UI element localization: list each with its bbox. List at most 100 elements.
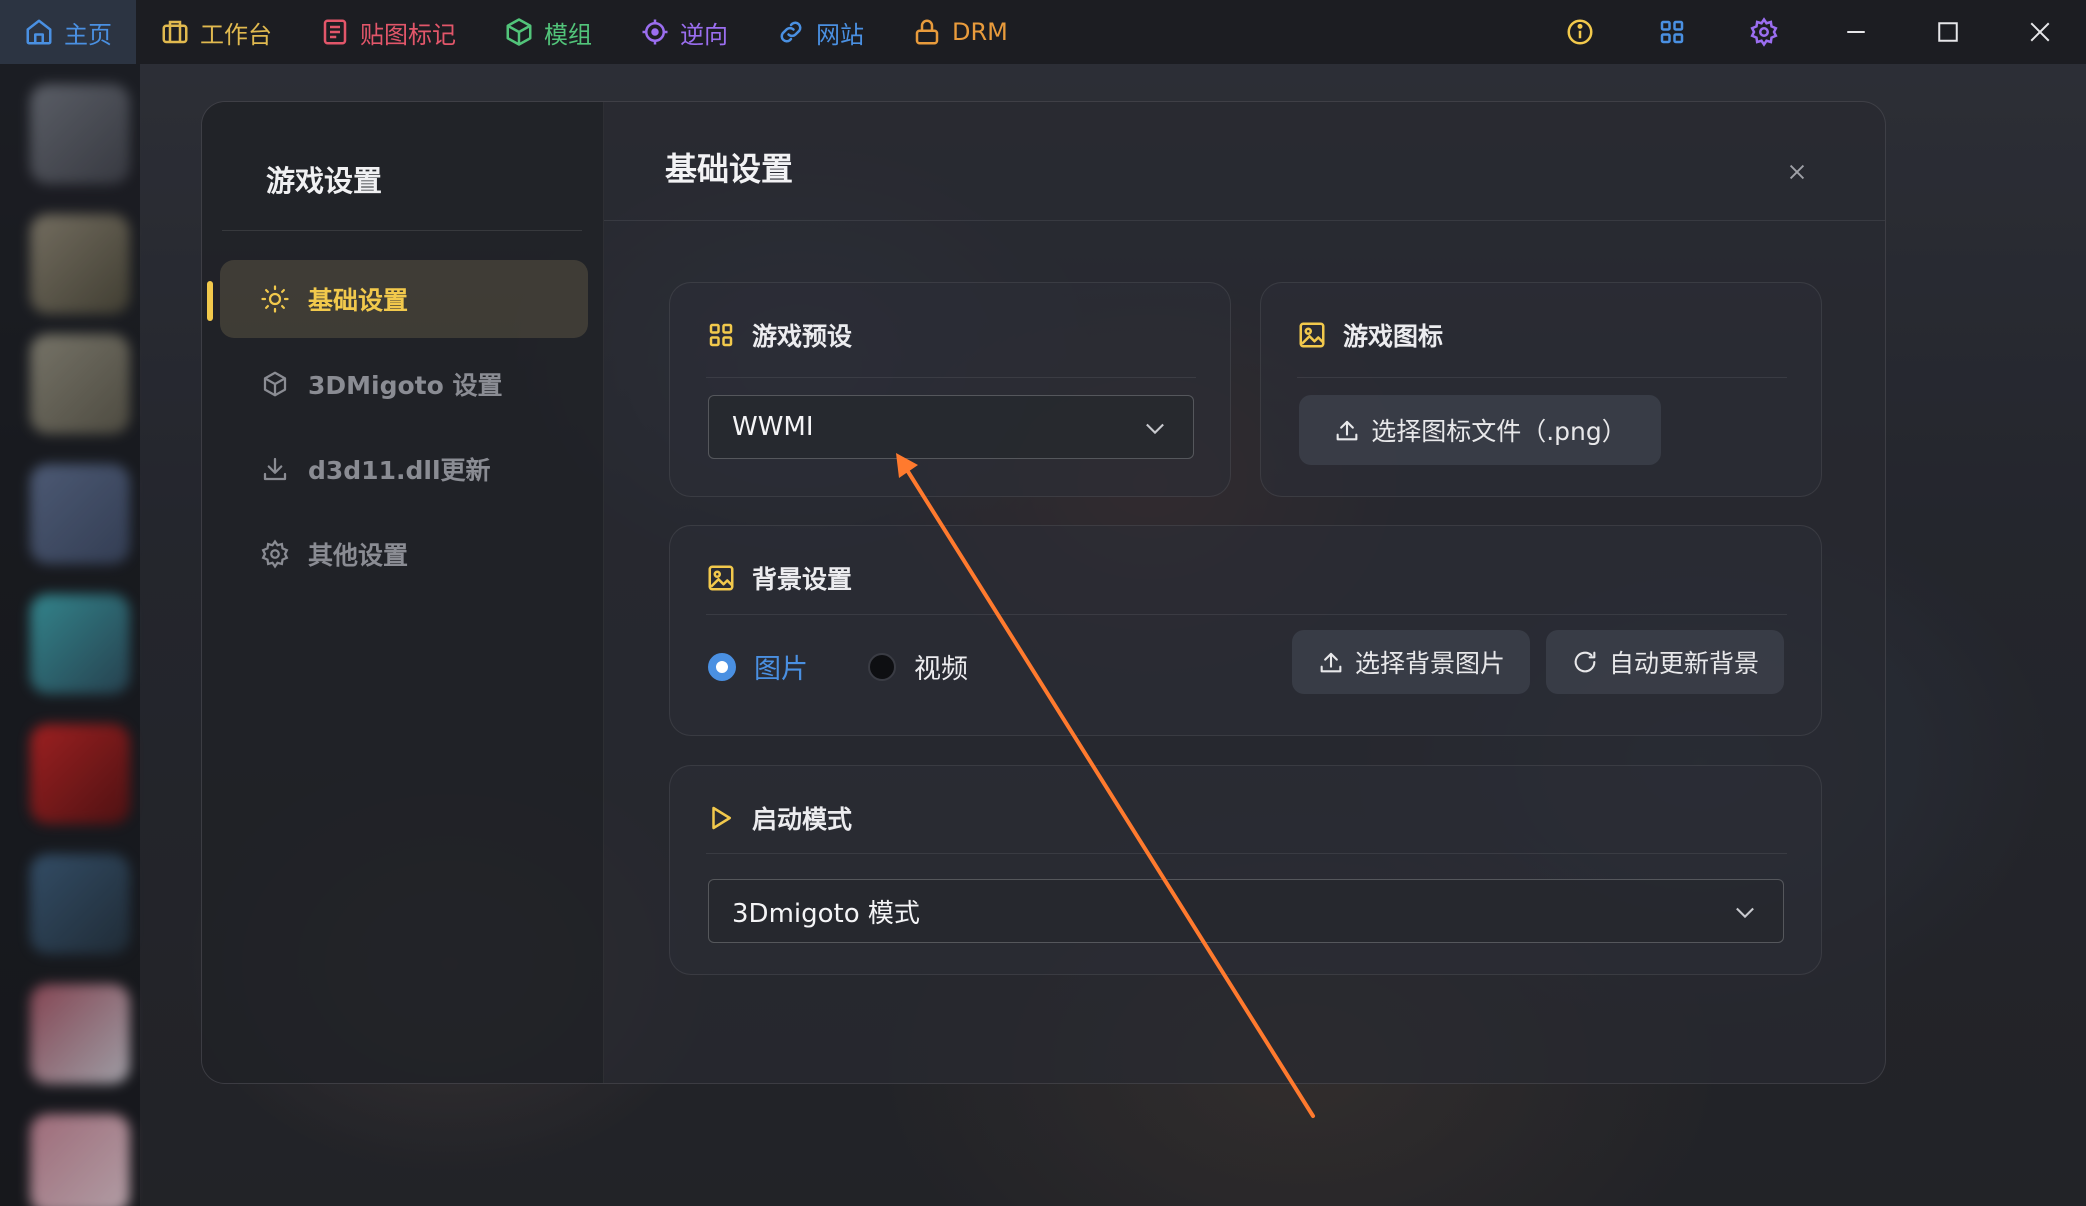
nav-item-home[interactable]: 主页: [0, 0, 136, 64]
sidebar-title: 游戏设置: [266, 164, 383, 198]
home-icon: [26, 19, 52, 45]
nav-item-website[interactable]: 网站: [752, 0, 888, 64]
chevron-down-icon: [1146, 423, 1164, 435]
divider: [604, 220, 1885, 221]
radio-selected-indicator: [708, 652, 736, 681]
game-preset-select[interactable]: WWMI: [708, 395, 1194, 459]
game-thumbnail[interactable]: [30, 594, 130, 694]
refresh-icon: [1574, 651, 1596, 673]
nav-item-workbench[interactable]: 工作台: [136, 0, 296, 64]
nav-label: 逆向: [680, 20, 728, 49]
sidebar-item-label: d3d11.dll更新: [308, 456, 491, 485]
minimize-button[interactable]: [1810, 0, 1902, 64]
card-header: 启动模式: [706, 800, 852, 836]
document-list-icon: [323, 19, 347, 45]
select-icon-file-button[interactable]: 选择图标文件（.png）: [1299, 395, 1661, 465]
page-title: 基础设置: [665, 150, 794, 188]
card-title: 背景设置: [752, 565, 853, 594]
divider: [706, 614, 1787, 615]
nav-item-mods[interactable]: 模组: [480, 0, 616, 64]
select-background-image-button[interactable]: 选择背景图片: [1292, 630, 1530, 694]
settings-button[interactable]: [1718, 0, 1810, 64]
card-title: 游戏预设: [752, 322, 853, 351]
image-icon: [708, 565, 734, 591]
game-list-strip: [0, 64, 140, 1206]
nav-label: 模组: [544, 20, 592, 49]
divider: [706, 377, 1196, 378]
nav-item-reverse[interactable]: 逆向: [616, 0, 752, 64]
cube-icon: [506, 18, 532, 46]
play-icon: [712, 806, 731, 830]
minimize-icon: [1847, 31, 1865, 33]
nav-item-drm[interactable]: DRM: [888, 0, 1032, 64]
upload-icon: [1320, 652, 1342, 673]
sidebar-item-d3d11-update[interactable]: d3d11.dll更新: [220, 430, 588, 508]
nav-label: 贴图标记: [360, 20, 456, 49]
gear-icon: [261, 539, 289, 569]
info-button[interactable]: [1534, 0, 1626, 64]
launch-mode-card: 启动模式 3Dmigoto 模式: [669, 765, 1822, 975]
briefcase-icon: [162, 20, 188, 44]
radio-label: 视频: [914, 654, 968, 685]
window-close-button[interactable]: [1994, 0, 2086, 64]
auto-update-background-button[interactable]: 自动更新背景: [1546, 630, 1784, 694]
game-preset-card: 游戏预设 WWMI: [669, 282, 1231, 497]
download-icon: [263, 457, 287, 481]
sidebar-item-basic-settings[interactable]: 基础设置: [220, 260, 588, 338]
info-icon: [1567, 19, 1593, 45]
divider: [706, 853, 1787, 854]
crosshair-icon: [642, 19, 668, 45]
close-icon: [1789, 164, 1805, 180]
settings-icon: [1750, 17, 1778, 47]
button-label: 选择背景图片: [1354, 649, 1505, 678]
sidebar-item-3dmigoto-settings[interactable]: 3DMigoto 设置: [220, 345, 588, 423]
maximize-button[interactable]: [1902, 0, 1994, 64]
nav-item-texture-marks[interactable]: 贴图标记: [296, 0, 480, 64]
card-header: 游戏预设: [706, 317, 852, 353]
nav-label: 网站: [816, 20, 864, 49]
nav-label: DRM: [952, 18, 1008, 46]
grid-button[interactable]: [1626, 0, 1718, 64]
dialog-close-button[interactable]: [1772, 147, 1822, 197]
box-icon: [263, 371, 287, 397]
game-settings-dialog: 游戏设置 基础设置 3DMigoto 设置 d3d11.dll更新 其他设置 基…: [201, 101, 1886, 1084]
game-thumbnail[interactable]: [30, 214, 130, 314]
radio-indicator: [868, 652, 896, 681]
game-thumbnail[interactable]: [30, 334, 130, 434]
select-value: WWMI: [732, 412, 814, 442]
chevron-down-icon: [1736, 907, 1754, 919]
game-thumbnail[interactable]: [30, 854, 130, 954]
divider: [222, 230, 582, 231]
title-bar: 主页 工作台 贴图标记 模组 逆向 网站 DRM: [0, 0, 2086, 64]
image-icon: [1299, 322, 1325, 348]
game-thumbnail[interactable]: [30, 724, 130, 824]
sun-icon: [261, 285, 289, 313]
game-thumbnail[interactable]: [30, 464, 130, 564]
game-thumbnail[interactable]: [30, 984, 130, 1084]
sidebar-item-other-settings[interactable]: 其他设置: [220, 515, 588, 593]
launch-mode-select[interactable]: 3Dmigoto 模式: [708, 879, 1784, 943]
button-label: 自动更新背景: [1608, 649, 1759, 678]
settings-sidebar: 游戏设置 基础设置 3DMigoto 设置 d3d11.dll更新 其他设置: [202, 102, 604, 1083]
card-header: 游戏图标: [1297, 317, 1443, 353]
button-label: 选择图标文件（.png）: [1371, 417, 1627, 446]
card-title: 启动模式: [752, 805, 853, 834]
link-icon: [780, 21, 802, 43]
game-thumbnail[interactable]: [30, 1114, 130, 1206]
radio-image[interactable]: 图片: [708, 647, 808, 686]
game-icon-card: 游戏图标 选择图标文件（.png）: [1260, 282, 1822, 497]
upload-icon: [1336, 420, 1358, 441]
radio-video[interactable]: 视频: [868, 647, 968, 686]
grid-icon: [1660, 20, 1684, 44]
background-settings-card: 背景设置 图片 视频 选择背景图片 自动更新背景: [669, 525, 1822, 736]
game-thumbnail[interactable]: [30, 84, 130, 184]
nav-label: 主页: [64, 20, 112, 49]
close-icon: [2030, 22, 2050, 42]
card-header: 背景设置: [706, 560, 852, 596]
top-nav: 主页 工作台 贴图标记 模组 逆向 网站 DRM: [0, 0, 1032, 64]
maximize-icon: [1938, 22, 1958, 42]
radio-label: 图片: [754, 654, 808, 685]
sidebar-item-label: 基础设置: [308, 286, 409, 315]
sidebar-item-label: 3DMigoto 设置: [308, 371, 503, 400]
card-title: 游戏图标: [1343, 322, 1444, 351]
